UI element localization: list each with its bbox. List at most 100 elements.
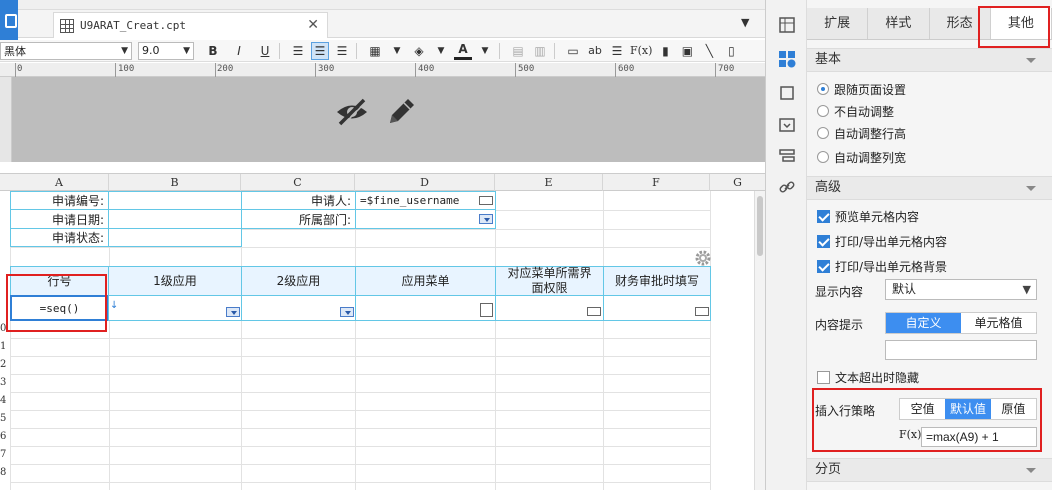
checkbox[interactable]	[817, 234, 830, 248]
header-level1-app[interactable]: 1级应用	[108, 266, 242, 296]
radio-auto-row-height[interactable]: 自动调整行高	[817, 124, 906, 142]
align-right-icon[interactable]: ☰	[333, 42, 351, 60]
check-preview-content[interactable]: 预览单元格内容	[817, 207, 919, 225]
column-header[interactable]: C	[241, 174, 355, 191]
cell-menu-value[interactable]	[355, 295, 496, 321]
border-frame-icon[interactable]	[778, 84, 796, 102]
cell-department-label[interactable]: 所属部门:	[241, 209, 356, 229]
radio-button[interactable]	[817, 83, 829, 95]
pencil-icon[interactable]	[384, 95, 418, 129]
insert-text-icon[interactable]: ab	[586, 42, 604, 60]
checkbox[interactable]	[817, 259, 830, 273]
insert-policy-empty-option[interactable]: 空值	[900, 399, 945, 419]
header-level2-app[interactable]: 2级应用	[241, 266, 356, 296]
section-paging[interactable]: 分页	[807, 458, 1052, 482]
column-header[interactable]: G	[710, 174, 765, 191]
cell-applicant-value[interactable]: =$fine_username	[355, 191, 496, 210]
tab-extend[interactable]: 扩展	[807, 8, 869, 39]
checkbox[interactable]	[817, 209, 830, 223]
column-header[interactable]: D	[355, 174, 495, 191]
row-number[interactable]: 7	[0, 449, 10, 460]
check-print-content[interactable]: 打印/导出单元格内容	[817, 232, 947, 250]
row-number[interactable]: 4	[0, 395, 10, 406]
column-header[interactable]: B	[109, 174, 241, 191]
row-number[interactable]: 6	[0, 431, 10, 442]
row-number[interactable]: 5	[0, 413, 10, 424]
tooltip-cell-value-option[interactable]: 单元格值	[961, 313, 1036, 333]
underline-button[interactable]: U	[256, 42, 274, 60]
scrollbar-thumb[interactable]	[757, 196, 763, 256]
cell-apply-no-label[interactable]: 申请编号:	[10, 191, 109, 210]
insert-slash-icon[interactable]: ╲	[700, 42, 718, 60]
font-color-icon[interactable]: A	[454, 42, 472, 60]
column-header[interactable]: E	[495, 174, 603, 191]
spreadsheet-grid[interactable]: 申请编号: 申请人: =$fine_username 申请日期: 所属部门: 申…	[0, 191, 765, 490]
vertical-scrollbar[interactable]	[754, 191, 765, 490]
insert-formula-icon[interactable]: F(x)	[630, 42, 652, 60]
italic-button[interactable]: I	[230, 42, 248, 60]
radio-button[interactable]	[817, 151, 829, 163]
header-menu-permission[interactable]: 对应菜单所需界面权限	[495, 266, 604, 296]
font-family-select[interactable]: 黑体 ▼	[0, 41, 132, 60]
tab-report-file[interactable]: U9ARAT_Creat.cpt ✕	[53, 12, 328, 38]
tooltip-input[interactable]	[885, 340, 1037, 360]
align-left-icon[interactable]: ☰	[289, 42, 307, 60]
header-app-menu[interactable]: 应用菜单	[355, 266, 496, 296]
collapse-toolbar-icon[interactable]: ▼	[741, 16, 749, 29]
cell-level2-value[interactable]	[241, 295, 356, 321]
radio-button[interactable]	[817, 127, 829, 139]
cell-department-value[interactable]	[355, 209, 496, 229]
cell-element-icon[interactable]	[778, 16, 796, 34]
header-finance-approval[interactable]: 财务审批时填写	[603, 266, 711, 296]
condition-attribute-icon[interactable]	[778, 147, 796, 165]
hidden-eye-icon[interactable]	[334, 97, 370, 127]
app-logo-icon[interactable]	[0, 0, 18, 40]
insert-rich-text-icon[interactable]: ☰	[608, 42, 626, 60]
font-size-select[interactable]: 9.0 ▼	[138, 41, 194, 60]
cell-level1-value[interactable]	[108, 295, 242, 321]
tooltip-custom-option[interactable]: 自定义	[886, 313, 961, 333]
section-advanced[interactable]: 高级	[807, 176, 1052, 200]
checkbox[interactable]	[817, 370, 830, 384]
radio-no-auto[interactable]: 不自动调整	[817, 102, 894, 120]
row-number[interactable]: 2	[0, 359, 10, 370]
insert-image-icon[interactable]: ▣	[678, 42, 696, 60]
gear-icon[interactable]	[694, 249, 712, 267]
insert-chart-icon[interactable]: ▮	[656, 42, 674, 60]
cell-properties-icon[interactable]	[778, 50, 796, 68]
fill-color-icon[interactable]: ◈	[410, 42, 428, 60]
border-icon[interactable]: ▦	[366, 42, 384, 60]
cell-apply-status-value[interactable]	[108, 228, 242, 247]
section-basic[interactable]: 基本	[807, 48, 1052, 72]
insert-subreport-icon[interactable]: ▯	[722, 42, 740, 60]
cell-apply-no-value[interactable]	[108, 191, 242, 210]
tab-style[interactable]: 样式	[868, 8, 930, 39]
insert-link-icon[interactable]: ▭	[564, 42, 582, 60]
unmerge-cells-icon[interactable]: ▥	[531, 42, 549, 60]
check-print-background[interactable]: 打印/导出单元格背景	[817, 257, 947, 275]
close-icon[interactable]: ✕	[307, 17, 319, 33]
row-number[interactable]: 1	[0, 341, 10, 352]
radio-follow-page[interactable]: 跟随页面设置	[817, 80, 906, 98]
align-center-icon[interactable]: ☰	[311, 41, 329, 60]
border-dropdown-icon[interactable]: ▼	[388, 42, 406, 60]
formula-icon[interactable]: F(x)	[899, 428, 921, 441]
font-color-dropdown-icon[interactable]: ▼	[476, 42, 494, 60]
row-number[interactable]: 8	[0, 467, 10, 478]
widget-icon[interactable]	[778, 116, 796, 134]
radio-button[interactable]	[817, 105, 829, 117]
hyperlink-icon[interactable]	[778, 178, 796, 196]
row-number[interactable]: 0	[0, 323, 10, 334]
insert-policy-original-option[interactable]: 原值	[991, 399, 1036, 419]
check-overflow-hide[interactable]: 文本超出时隐藏	[817, 368, 919, 386]
column-header[interactable]: A	[10, 174, 109, 191]
cell-apply-status-label[interactable]: 申请状态:	[10, 228, 109, 247]
radio-auto-col-width[interactable]: 自动调整列宽	[817, 148, 906, 166]
display-content-select[interactable]: 默认 ▼	[885, 279, 1037, 300]
column-header[interactable]: F	[603, 174, 710, 191]
cell-apply-date-value[interactable]	[108, 209, 242, 229]
insert-policy-default-option[interactable]: 默认值	[945, 399, 991, 419]
cell-apply-date-label[interactable]: 申请日期:	[10, 209, 109, 229]
row-number[interactable]: 3	[0, 377, 10, 388]
bold-button[interactable]: B	[204, 42, 222, 60]
